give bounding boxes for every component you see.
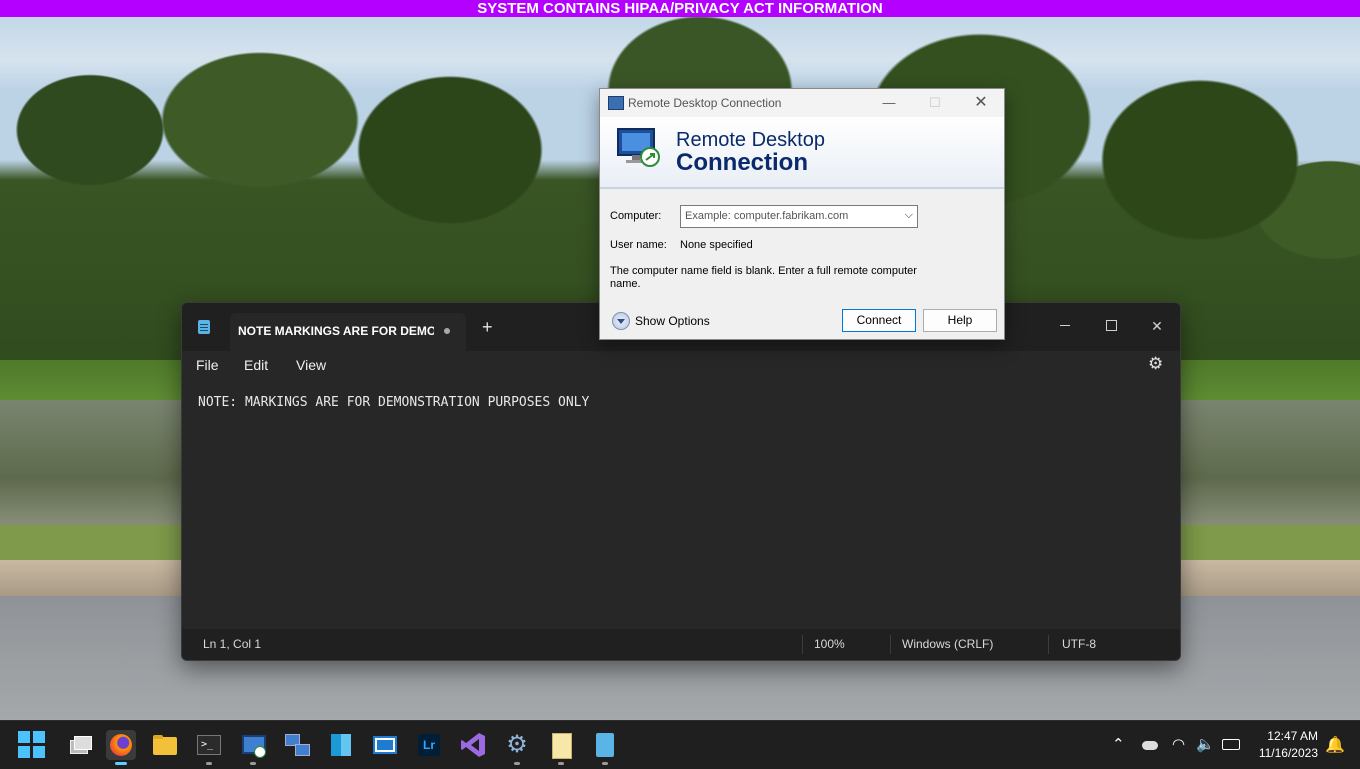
remote-desktop-icon[interactable] <box>238 730 268 760</box>
notepad-tab[interactable]: NOTE MARKINGS ARE FOR DEMON <box>230 313 466 351</box>
chevron-up-icon[interactable]: ⌃ <box>1112 735 1125 753</box>
active-app-indicator <box>115 762 127 765</box>
username-label: User name: <box>610 239 667 251</box>
remote-desktop-icon <box>608 96 624 110</box>
unsaved-indicator-icon[interactable] <box>444 328 450 334</box>
status-bar: Ln 1, Col 1 100% Windows (CRLF) UTF-8 <box>182 629 1180 660</box>
expand-options-icon[interactable] <box>612 312 630 330</box>
close-button[interactable]: ✕ <box>1134 311 1180 341</box>
visual-studio-icon[interactable] <box>458 730 488 760</box>
lightroom-label: Lr <box>418 734 440 756</box>
computer-input[interactable]: Example: computer.fabrikam.com <box>685 210 848 222</box>
menu-edit[interactable]: Edit <box>244 357 268 373</box>
volume-icon[interactable]: 🔈 <box>1196 735 1215 753</box>
minimize-button[interactable]: — <box>866 91 912 115</box>
task-view-icon[interactable] <box>64 730 94 760</box>
running-app-indicator <box>514 762 520 765</box>
computer-combobox[interactable]: Example: computer.fabrikam.com ⌵ <box>680 205 918 228</box>
rdc-titlebar[interactable]: Remote Desktop Connection — ☐ ✕ <box>600 89 1004 117</box>
cursor-position: Ln 1, Col 1 <box>203 637 262 651</box>
gear-icon[interactable]: ⚙ <box>1148 355 1164 372</box>
clock-date[interactable]: 11/16/2023 <box>1250 746 1318 760</box>
remote-desktop-logo-icon <box>617 128 660 167</box>
status-divider <box>1048 635 1049 654</box>
tab-title: NOTE MARKINGS ARE FOR DEMON <box>238 324 434 338</box>
minimize-button[interactable] <box>1042 311 1088 341</box>
running-app-indicator <box>206 762 212 765</box>
connect-button[interactable]: Connect <box>842 309 916 332</box>
running-app-indicator <box>250 762 256 765</box>
onedrive-cloud-icon[interactable] <box>1142 741 1158 750</box>
editor-content[interactable]: NOTE: MARKINGS ARE FOR DEMONSTRATION PUR… <box>198 395 589 410</box>
file-explorer-icon[interactable] <box>150 730 180 760</box>
chevron-down-icon[interactable]: ⌵ <box>905 209 913 222</box>
running-app-indicator <box>602 762 608 765</box>
maximize-button: ☐ <box>929 95 941 110</box>
azure-storage-icon[interactable] <box>326 730 356 760</box>
photos-app-icon[interactable] <box>370 730 400 760</box>
notepad-icon <box>198 320 210 334</box>
status-divider <box>890 635 891 654</box>
computer-label: Computer: <box>610 210 662 222</box>
menu-file[interactable]: File <box>196 357 219 373</box>
notepad-icon[interactable] <box>590 730 620 760</box>
text-editor[interactable]: NOTE: MARKINGS ARE FOR DEMONSTRATION PUR… <box>182 381 1180 629</box>
notification-bell-icon[interactable]: 🔔 <box>1325 735 1345 755</box>
notes-icon[interactable] <box>546 730 576 760</box>
zoom-level[interactable]: 100% <box>814 637 845 651</box>
clock-time[interactable]: 12:47 AM <box>1256 729 1318 743</box>
running-app-indicator <box>558 762 564 765</box>
wifi-icon[interactable]: ◠ <box>1172 735 1185 753</box>
menu-bar: File Edit View ⚙ <box>182 351 1180 381</box>
visual-studio-logo-icon <box>461 733 485 757</box>
terminal-icon[interactable]: >_ <box>194 730 224 760</box>
rdc-heading-line2: Connection <box>676 149 808 176</box>
show-options-link[interactable]: Show Options <box>635 314 710 328</box>
close-button[interactable]: ✕ <box>958 91 1004 115</box>
new-tab-button[interactable]: + <box>482 317 493 337</box>
taskbar: >_ Lr ⚙ ⌃ ◠ 🔈 12:47 AM 11/16/2023 🔔 <box>0 720 1360 769</box>
rdc-window-title: Remote Desktop Connection <box>628 96 782 110</box>
notepad-window[interactable]: NOTE MARKINGS ARE FOR DEMON + ✕ File Edi… <box>181 302 1181 661</box>
settings-icon[interactable]: ⚙ <box>502 730 532 760</box>
network-connections-icon[interactable] <box>282 730 312 760</box>
encoding[interactable]: UTF-8 <box>1062 637 1096 651</box>
battery-icon[interactable] <box>1222 739 1240 750</box>
privacy-banner: SYSTEM CONTAINS HIPAA/PRIVACY ACT INFORM… <box>0 0 1360 17</box>
rdc-message: The computer name field is blank. Enter … <box>610 265 917 290</box>
firefox-icon[interactable] <box>106 730 136 760</box>
remote-desktop-dialog[interactable]: Remote Desktop Connection — ☐ ✕ Remote D… <box>599 88 1005 340</box>
username-value: None specified <box>680 239 753 251</box>
windows-start-icon[interactable] <box>18 731 46 759</box>
line-ending[interactable]: Windows (CRLF) <box>902 637 993 651</box>
status-divider <box>802 635 803 654</box>
help-button[interactable]: Help <box>923 309 997 332</box>
menu-view[interactable]: View <box>296 357 326 373</box>
lightroom-icon[interactable]: Lr <box>414 730 444 760</box>
maximize-button[interactable] <box>1088 311 1134 341</box>
rdc-header: Remote Desktop Connection <box>600 117 1004 189</box>
